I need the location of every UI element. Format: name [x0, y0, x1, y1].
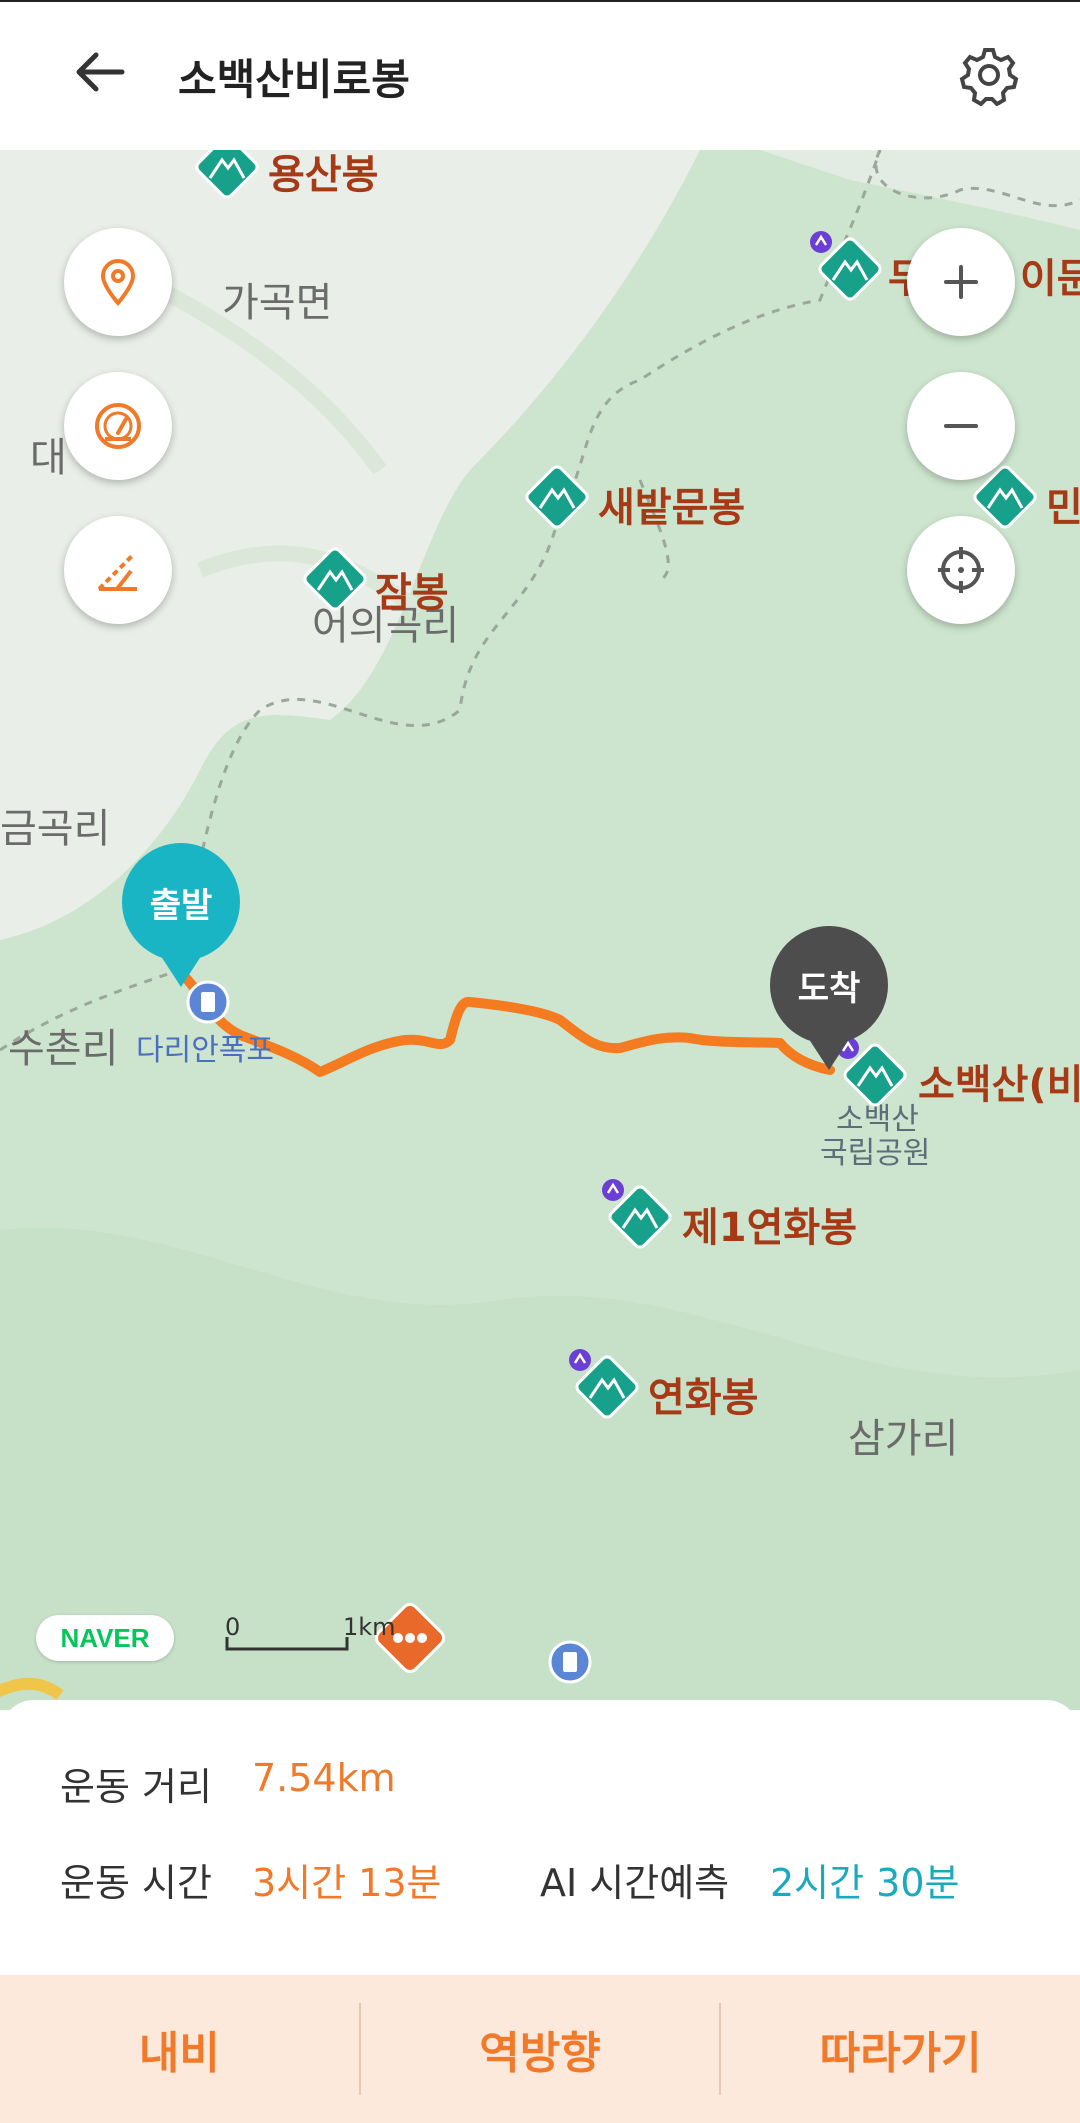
peak-label-sobaek: 소백산(비 — [918, 1062, 1080, 1108]
location-pin-icon — [100, 259, 136, 307]
slope-button[interactable] — [64, 516, 172, 624]
map-scale-bar: 0 1km — [225, 1613, 405, 1655]
gear-icon[interactable] — [958, 44, 1020, 106]
label-suchon: 수촌리 — [8, 1026, 119, 1072]
end-pin-tail — [803, 1030, 855, 1070]
peak-marker-icon[interactable] — [520, 460, 594, 534]
label-gongwon-2: 국립공원 — [820, 1136, 931, 1171]
distance-label: 운동 거리 — [60, 1765, 212, 1809]
start-pin-tail — [155, 947, 207, 987]
navi-button[interactable]: 내비 — [0, 1975, 359, 2123]
time-value: 3시간 13분 — [252, 1861, 442, 1905]
peak-marker-icon[interactable] — [298, 542, 372, 616]
back-arrow-icon[interactable] — [70, 42, 130, 102]
poi-icon[interactable] — [548, 1640, 592, 1684]
peak-label-jam: 잠봉 — [375, 570, 449, 616]
start-pin[interactable]: 출발 — [122, 843, 240, 987]
peak-marker-icon[interactable] — [190, 150, 264, 204]
speedometer-icon — [95, 403, 141, 449]
label-geumgok: 금곡리 — [0, 806, 111, 852]
scale-line — [225, 1637, 349, 1651]
plus-icon — [944, 265, 978, 299]
naver-logo: NAVER — [36, 1615, 174, 1661]
ai-estimate-value: 2시간 30분 — [770, 1861, 960, 1905]
label-gagok: 가곡면 — [222, 280, 333, 326]
map-view[interactable]: 가곡면 대 어의곡리 금곡리 수촌리 삼가리 소백산 국립공원 용산봉 새밭문봉… — [0, 150, 1080, 1710]
peak-label-saebat: 새밭문봉 — [598, 485, 746, 531]
label-dae: 대 — [30, 435, 67, 481]
peak-label-du-tail: 이문 — [1020, 256, 1080, 302]
zoom-out-button[interactable] — [907, 372, 1015, 480]
peak-label-yongsan: 용산봉 — [268, 152, 379, 198]
minus-icon — [944, 424, 978, 428]
peak-label-yeonhwa1: 제1연화봉 — [682, 1205, 858, 1251]
alert-dot-icon — [810, 231, 832, 253]
start-pin-label: 출발 — [122, 843, 240, 961]
peak-label-yeonhwa: 연화봉 — [648, 1375, 759, 1421]
route-info-panel: 운동 거리 7.54km 운동 시간 3시간 13분 AI 시간예측 2시간 3… — [0, 1700, 1080, 1975]
speedometer-button[interactable] — [64, 372, 172, 480]
reverse-button[interactable]: 역방향 — [361, 1975, 720, 2123]
peak-label-min: 민 — [1046, 485, 1080, 531]
distance-value: 7.54km — [252, 1756, 396, 1800]
location-pin-button[interactable] — [64, 228, 172, 336]
page-title: 소백산비로봉 — [178, 55, 410, 104]
poi-label-darian: 다리안폭포 — [136, 1033, 274, 1068]
end-pin[interactable]: 도착 — [770, 926, 888, 1070]
top-app-bar: 소백산비로봉 — [0, 0, 1080, 145]
ai-estimate-label: AI 시간예측 — [540, 1861, 730, 1905]
alert-dot-icon — [602, 1179, 624, 1201]
end-pin-label: 도착 — [770, 926, 888, 1044]
crosshair-icon — [938, 547, 984, 593]
follow-button[interactable]: 따라가기 — [721, 1975, 1080, 2123]
time-label: 운동 시간 — [60, 1861, 212, 1905]
action-bar: 내비 역방향 따라가기 — [0, 1975, 1080, 2123]
alert-dot-icon — [569, 1349, 591, 1371]
my-location-button[interactable] — [907, 516, 1015, 624]
label-samga: 삼가리 — [848, 1416, 959, 1462]
slope-icon — [97, 553, 137, 591]
zoom-in-button[interactable] — [907, 228, 1015, 336]
